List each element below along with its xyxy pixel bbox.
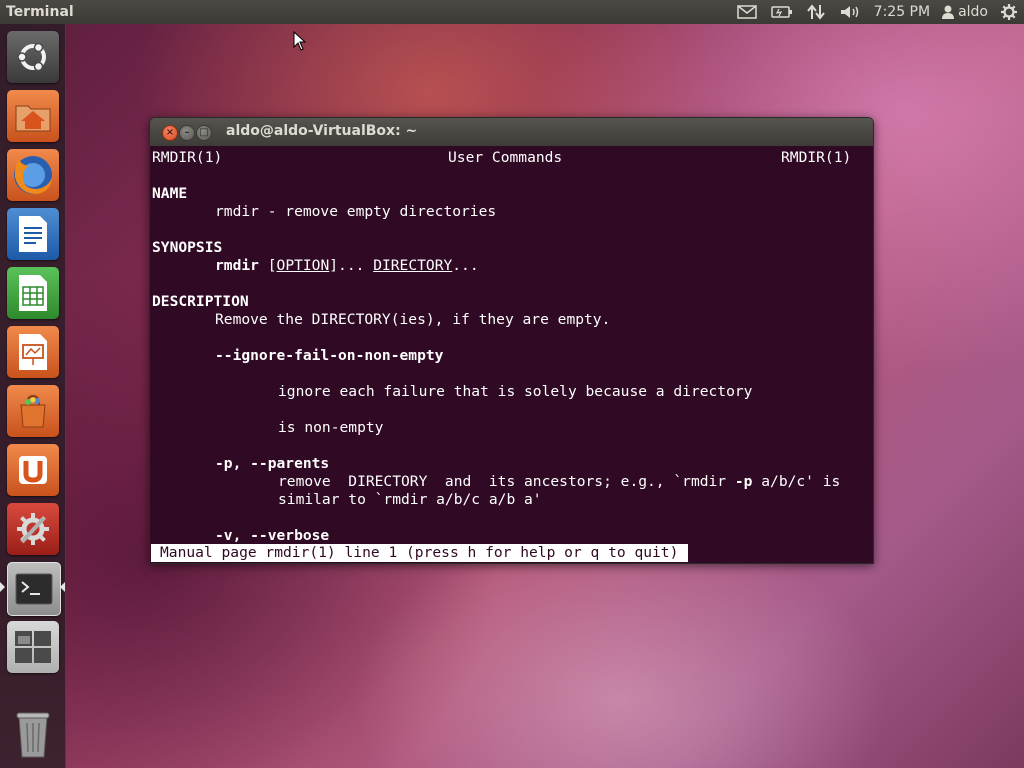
maximize-icon: □ — [199, 127, 209, 138]
man-header-center: User Commands — [448, 149, 563, 166]
launcher-workspace-switcher[interactable] — [7, 621, 59, 673]
section-name-heading: NAME — [152, 185, 188, 202]
user-name: aldo — [958, 4, 988, 20]
focused-app-indicator — [60, 582, 65, 592]
launcher-trash[interactable] — [7, 708, 59, 760]
synopsis-bracket: [ — [267, 257, 277, 274]
battery-icon[interactable] — [764, 0, 800, 24]
synopsis-option: OPTION — [276, 257, 330, 274]
option-verbose: -v, --verbose — [215, 527, 330, 544]
launcher-dash-home[interactable] — [7, 31, 59, 83]
launcher-software-center[interactable] — [7, 385, 59, 437]
description-text: Remove the DIRECTORY(ies), if they are e… — [215, 311, 611, 328]
indicator-area: 7:25 PM aldo — [730, 0, 1024, 24]
close-icon: × — [165, 127, 175, 138]
calc-icon — [19, 275, 47, 311]
parents-desc-flag: -p — [734, 473, 753, 490]
man-header-left: RMDIR(1) — [152, 149, 223, 166]
terminal-window: × – □ aldo@aldo-VirtualBox: ~ RMDIR(1) U… — [149, 117, 874, 564]
impress-icon — [19, 334, 47, 370]
mail-icon[interactable] — [730, 0, 764, 24]
option-parents-desc-1: remove DIRECTORY and its ancestors; e.g.… — [278, 473, 840, 491]
user-icon — [942, 5, 955, 19]
network-icon[interactable] — [800, 0, 832, 24]
minimize-icon: – — [184, 127, 190, 138]
launcher-libreoffice-writer[interactable] — [7, 208, 59, 260]
window-titlebar[interactable]: × – □ aldo@aldo-VirtualBox: ~ — [150, 118, 873, 146]
close-button[interactable]: × — [162, 125, 178, 141]
active-app-indicator — [0, 582, 5, 592]
synopsis-ellipsis: ]... — [329, 257, 374, 274]
option-parents: -p, --parents — [215, 455, 330, 472]
synopsis-command: rmdir — [215, 257, 259, 274]
launcher — [0, 24, 66, 768]
top-panel: Terminal 7:25 PM aldo — [0, 0, 1024, 24]
parents-desc-part-a: remove DIRECTORY and its ancestors; e.g.… — [278, 473, 735, 490]
window-title: aldo@aldo-VirtualBox: ~ — [226, 123, 418, 139]
terminal-content[interactable]: RMDIR(1) User Commands RMDIR(1) NAME rmd… — [150, 146, 873, 563]
software-center-icon — [20, 394, 46, 428]
volume-icon[interactable] — [832, 0, 868, 24]
option-ignore-fail-desc-2: is non-empty — [278, 419, 384, 436]
launcher-terminal[interactable] — [7, 562, 61, 616]
terminal-icon — [15, 573, 53, 605]
app-title: Terminal — [6, 4, 74, 20]
parents-desc-part-c: a/b/c' is — [752, 473, 841, 490]
gear-icon[interactable] — [994, 0, 1024, 24]
section-synopsis-heading: SYNOPSIS — [152, 239, 223, 256]
trash-icon — [16, 712, 50, 758]
home-folder-icon — [15, 105, 51, 132]
maximize-button[interactable]: □ — [196, 125, 212, 141]
synopsis-line: rmdir [OPTION]... DIRECTORY... — [215, 257, 479, 275]
synopsis-directory: DIRECTORY — [373, 257, 453, 274]
writer-icon — [19, 216, 47, 252]
launcher-ubuntu-one[interactable] — [7, 444, 59, 496]
launcher-home-folder[interactable] — [7, 90, 59, 142]
launcher-libreoffice-calc[interactable] — [7, 267, 59, 319]
workspace-icon — [15, 631, 51, 663]
option-ignore-fail-desc-1: ignore each failure that is solely becau… — [278, 383, 753, 400]
launcher-libreoffice-impress[interactable] — [7, 326, 59, 378]
firefox-icon — [14, 156, 52, 194]
user-menu[interactable]: aldo — [936, 4, 994, 20]
ubuntu-logo-icon — [17, 42, 46, 72]
option-parents-desc-2: similar to `rmdir a/b/c a/b a' — [278, 491, 542, 508]
man-header-right: RMDIR(1) — [781, 149, 852, 166]
launcher-system-settings[interactable] — [7, 503, 59, 555]
pager-status-line: Manual page rmdir(1) line 1 (press h for… — [151, 544, 689, 562]
section-description-heading: DESCRIPTION — [152, 293, 249, 310]
settings-icon — [17, 513, 49, 545]
synopsis-end: ... — [452, 257, 479, 274]
minimize-button[interactable]: – — [179, 125, 195, 141]
name-description: rmdir - remove empty directories — [215, 203, 497, 220]
option-ignore-fail: --ignore-fail-on-non-empty — [215, 347, 444, 364]
clock[interactable]: 7:25 PM — [868, 4, 936, 20]
launcher-firefox[interactable] — [7, 149, 59, 201]
ubuntu-one-icon — [19, 456, 47, 484]
mouse-pointer-icon — [293, 31, 307, 51]
